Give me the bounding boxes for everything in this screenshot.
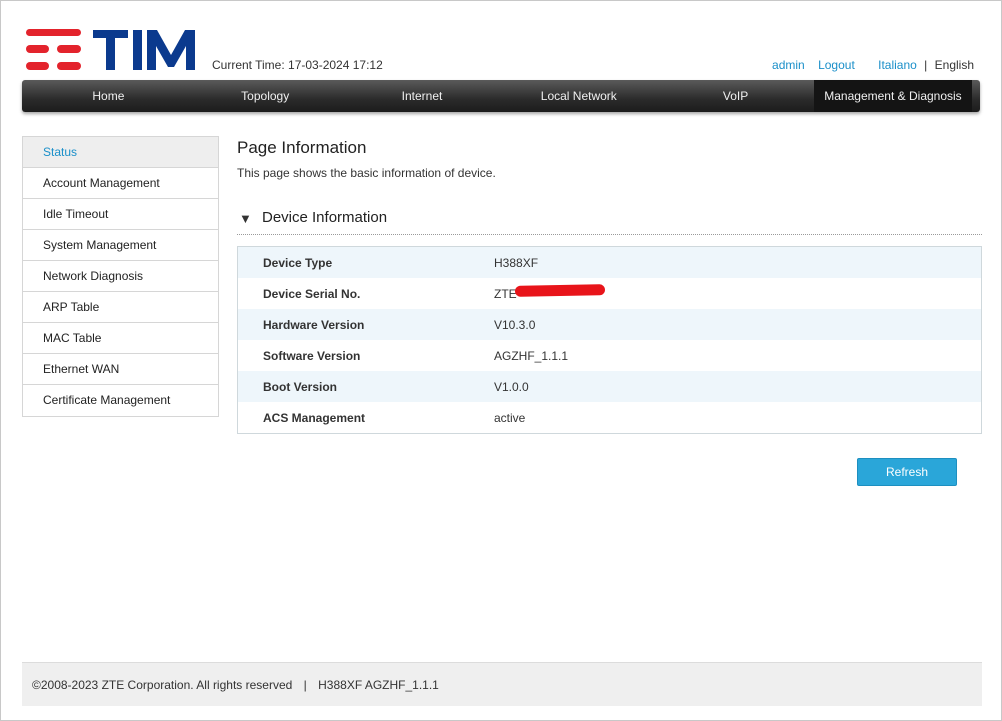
triangle-down-icon[interactable]: ▼ (239, 211, 252, 226)
row-label: Device Type (263, 255, 333, 270)
footer-separator: | (303, 678, 307, 692)
sidebar-item-status[interactable]: Status (23, 137, 218, 168)
table-row: Hardware Version V10.3.0 (238, 309, 981, 340)
footer-version: H388XF AGZHF_1.1.1 (318, 678, 439, 692)
row-value-container: ZTE (494, 283, 606, 301)
sidebar-item-arp-table[interactable]: ARP Table (23, 292, 218, 323)
language-separator: | (924, 58, 928, 72)
table-row: Software Version AGZHF_1.1.1 (238, 340, 981, 371)
device-information-section-header[interactable]: ▼ Device Information (237, 208, 982, 235)
row-value: V10.3.0 (494, 317, 536, 332)
row-label: Hardware Version (263, 317, 365, 332)
top-links: admin Logout Italiano | English (772, 58, 974, 72)
page-title: Page Information (237, 138, 367, 157)
language-english-link[interactable]: English (935, 58, 974, 72)
logout-link[interactable]: Logout (818, 58, 855, 72)
redaction-mark (514, 283, 606, 297)
sidebar-item-mac-table[interactable]: MAC Table (23, 323, 218, 354)
admin-link[interactable]: admin (772, 58, 805, 72)
row-value: AGZHF_1.1.1 (494, 348, 569, 363)
sidebar-item-ethernet-wan[interactable]: Ethernet WAN (23, 354, 218, 385)
footer: ©2008-2023 ZTE Corporation. All rights r… (22, 662, 982, 706)
page-description: This page shows the basic information of… (237, 166, 496, 180)
sidebar-item-idle-timeout[interactable]: Idle Timeout (23, 199, 218, 230)
nav-home[interactable]: Home (30, 80, 187, 112)
table-row: Boot Version V1.0.0 (238, 371, 981, 402)
nav-management-diagnosis[interactable]: Management & Diagnosis (813, 80, 972, 112)
row-value: active (494, 410, 526, 425)
nav-voip[interactable]: VoIP (657, 80, 814, 112)
nav-topology[interactable]: Topology (187, 80, 344, 112)
table-row: Device Type H388XF (238, 247, 981, 278)
row-label: Device Serial No. (263, 286, 361, 301)
sidebar-item-certificate-management[interactable]: Certificate Management (23, 385, 218, 416)
main-nav: Home Topology Internet Local Network VoI… (22, 80, 980, 112)
table-row: Device Serial No. ZTE (238, 278, 981, 309)
sidebar-item-system-management[interactable]: System Management (23, 230, 218, 261)
sidebar-item-network-diagnosis[interactable]: Network Diagnosis (23, 261, 218, 292)
device-info-table: Device Type H388XF Device Serial No. ZTE… (237, 246, 982, 434)
footer-copyright: ©2008-2023 ZTE Corporation. All rights r… (32, 678, 293, 692)
tim-logo (26, 29, 195, 70)
table-row: ACS Management active (238, 402, 981, 433)
row-value: H388XF (494, 255, 539, 270)
row-value: V1.0.0 (494, 379, 529, 394)
row-label: ACS Management (263, 410, 366, 425)
nav-local-network[interactable]: Local Network (500, 80, 657, 112)
row-label: Software Version (263, 348, 361, 363)
sidebar: Status Account Management Idle Timeout S… (22, 136, 219, 417)
row-label: Boot Version (263, 379, 338, 394)
section-title: Device Information (262, 209, 388, 226)
row-value: ZTE (494, 286, 517, 301)
refresh-button[interactable]: Refresh (857, 458, 957, 486)
current-time: Current Time: 17-03-2024 17:12 (212, 58, 383, 72)
nav-internet[interactable]: Internet (344, 80, 501, 112)
language-italiano-link[interactable]: Italiano (878, 58, 917, 72)
sidebar-item-account-management[interactable]: Account Management (23, 168, 218, 199)
